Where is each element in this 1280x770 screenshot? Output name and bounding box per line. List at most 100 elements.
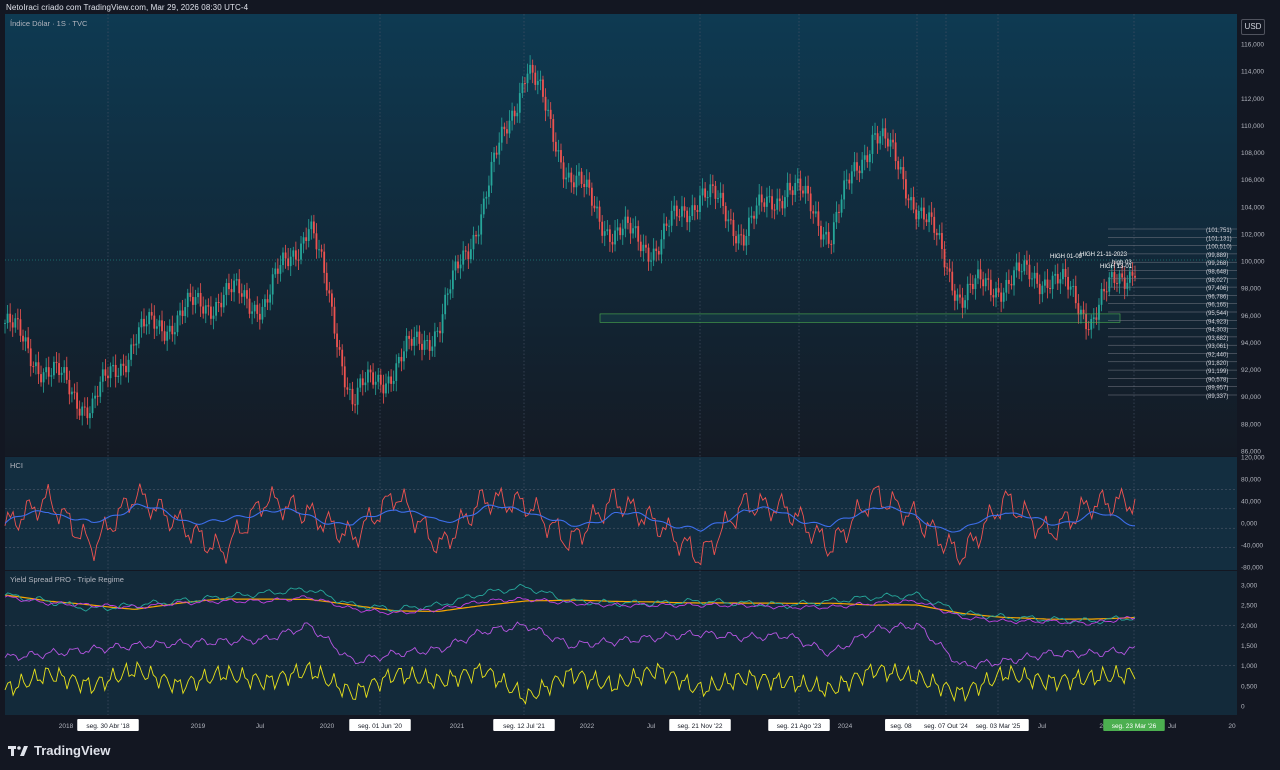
candle-body xyxy=(451,270,454,290)
candle-body xyxy=(971,283,974,290)
candle-body xyxy=(4,323,6,324)
candle-body xyxy=(346,387,349,390)
candle-body xyxy=(454,261,457,271)
candle-body xyxy=(60,372,63,375)
candle-body xyxy=(513,110,516,117)
candle-body xyxy=(611,241,614,245)
fib-level-label-8: (96,786) xyxy=(1206,294,1228,300)
candle-body xyxy=(186,292,189,308)
candle-body xyxy=(506,129,508,134)
candle-body xyxy=(616,227,619,231)
candle-body xyxy=(284,252,287,259)
candle-body xyxy=(256,304,259,314)
candle-body xyxy=(688,216,691,223)
tradingview-logo[interactable]: TradingView xyxy=(8,743,110,758)
candle-body xyxy=(215,302,217,316)
fib-level-label-7: (97,406) xyxy=(1206,286,1228,292)
candle-body xyxy=(16,318,19,320)
candle-body xyxy=(395,363,398,381)
hci-tick-0: 120,000 xyxy=(1241,455,1265,462)
fib-level-label-20: (89,337) xyxy=(1206,394,1228,400)
candle-body xyxy=(871,134,874,154)
candle-body xyxy=(719,192,722,198)
main-title: Índice Dólar · 1S · TVC xyxy=(10,19,88,28)
time-tick-10: seg. 21 Nov '22 xyxy=(678,723,723,730)
candle-body xyxy=(1074,286,1077,304)
fib-level-label-9: (96,165) xyxy=(1206,303,1228,309)
candle-body xyxy=(292,250,295,257)
time-tick-11: seg. 21 Ago '23 xyxy=(777,723,822,730)
candle-body xyxy=(547,109,550,111)
time-tick-0: 2018 xyxy=(59,723,74,730)
candle-body xyxy=(55,361,58,364)
candle-body xyxy=(647,247,650,262)
candle-body xyxy=(1041,285,1044,295)
time-tick-9: Jul xyxy=(647,723,656,730)
candle-body xyxy=(1082,309,1085,314)
chart-canvas[interactable]: HIGH 01-09HIGH 21-11-2023high 03HIGH 13-… xyxy=(0,0,1280,770)
candle-body xyxy=(598,206,601,222)
candle-body xyxy=(923,207,925,220)
candle-body xyxy=(168,325,171,332)
price-tick-3: 110,000 xyxy=(1241,123,1264,130)
fib-level-label-0: (101,751) xyxy=(1206,228,1232,234)
currency-button[interactable]: USD xyxy=(1241,19,1265,35)
candle-body xyxy=(1036,272,1039,284)
candle-body xyxy=(974,278,977,290)
candle-body xyxy=(683,206,686,211)
time-tick-14: seg. 07 Out '24 xyxy=(924,723,968,730)
candle-body xyxy=(768,196,771,198)
time-tick-15: seg. 03 Mar '25 xyxy=(976,723,1021,730)
candle-body xyxy=(300,243,302,260)
candle-body xyxy=(1051,275,1054,290)
candle-body xyxy=(96,395,99,397)
candle-body xyxy=(369,369,372,373)
candle-body xyxy=(349,388,351,390)
candle-body xyxy=(230,289,233,293)
candle-body xyxy=(853,162,856,172)
candle-body xyxy=(485,196,488,199)
candle-body xyxy=(781,201,784,209)
candle-body xyxy=(789,182,791,191)
candle-body xyxy=(804,185,807,194)
candle-body xyxy=(1007,279,1010,284)
candle-body xyxy=(966,283,969,301)
time-tick-13: seg. 08 xyxy=(890,723,912,730)
fib-level-label-6: (98,027) xyxy=(1206,278,1228,284)
candle-body xyxy=(307,229,310,241)
candle-body xyxy=(905,179,907,199)
candle-body xyxy=(500,126,503,143)
yield-tick-0: 3,000 xyxy=(1241,583,1258,590)
candle-body xyxy=(431,346,434,351)
price-tick-2: 112,000 xyxy=(1241,96,1264,103)
candle-body xyxy=(179,310,181,316)
brand-name: TradingView xyxy=(34,743,111,758)
candle-body xyxy=(325,272,328,291)
candle-body xyxy=(109,366,112,379)
candle-body xyxy=(266,299,269,303)
candle-body xyxy=(817,211,820,226)
candle-body xyxy=(946,267,948,269)
candle-body xyxy=(673,205,676,211)
candle-body xyxy=(220,302,223,308)
candle-body xyxy=(58,363,60,375)
candle-body xyxy=(400,356,403,362)
candle-body xyxy=(696,210,699,212)
time-tick-6: 2021 xyxy=(450,723,465,730)
annotation-label-1: HIGH 21-11-2023 xyxy=(1080,252,1128,258)
candle-body xyxy=(364,382,367,386)
candle-body xyxy=(879,136,882,144)
candle-body xyxy=(838,211,840,213)
candle-body xyxy=(766,196,768,207)
candle-body xyxy=(856,162,858,171)
candle-body xyxy=(405,335,408,352)
price-tick-1: 114,000 xyxy=(1241,69,1264,76)
candle-body xyxy=(217,302,220,304)
candle-body xyxy=(130,344,133,360)
candle-body xyxy=(1020,271,1023,273)
candle-body xyxy=(1044,279,1046,286)
candle-body xyxy=(45,367,48,373)
candle-body xyxy=(1134,275,1136,278)
candle-body xyxy=(6,313,9,323)
candle-body xyxy=(122,363,125,366)
